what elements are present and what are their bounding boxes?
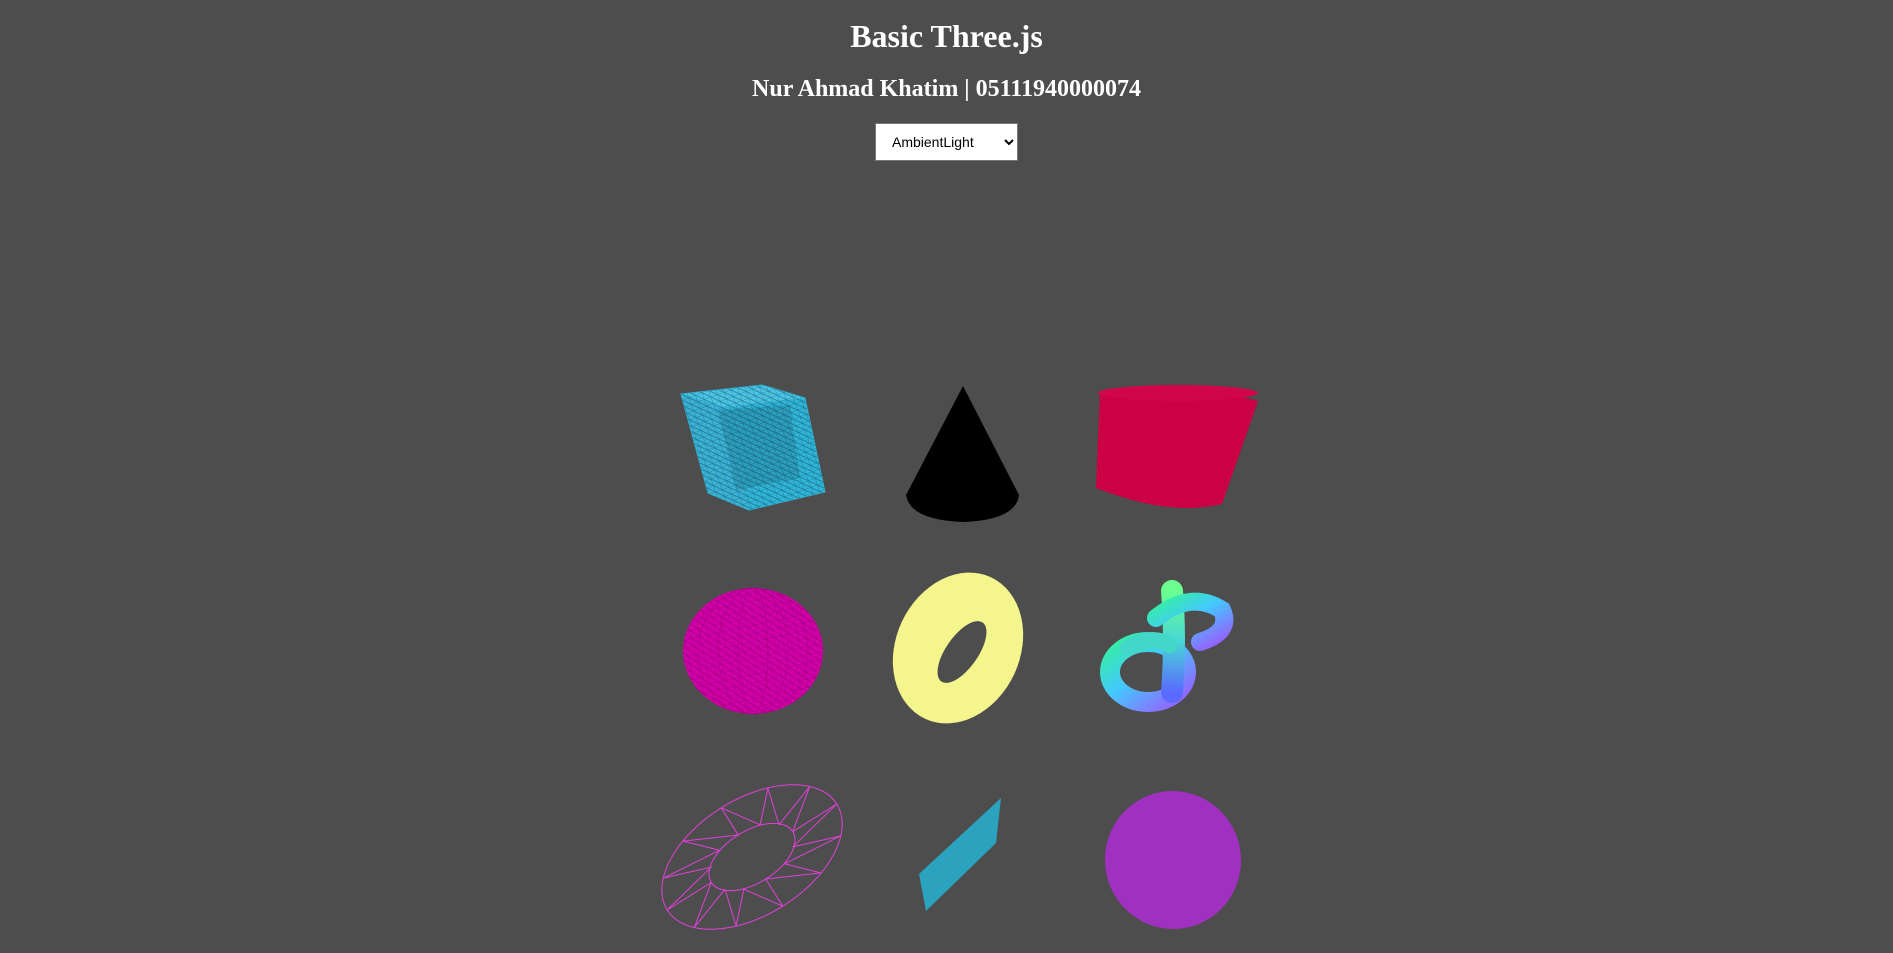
torus-knot-mesh	[1100, 580, 1234, 712]
wireframe-sphere-mesh	[683, 587, 823, 715]
wireframe-box-mesh	[680, 384, 826, 511]
circle-mesh	[1104, 791, 1242, 929]
plane-mesh	[919, 798, 1001, 911]
page: Basic Three.js Nur Ahmad Khatim | 051119…	[0, 0, 1893, 953]
torus-mesh	[892, 572, 1024, 724]
cone-mesh	[906, 386, 1019, 522]
wireframe-ring-mesh	[661, 784, 843, 930]
cylinder-mesh	[1096, 385, 1258, 509]
threejs-canvas[interactable]	[0, 0, 1893, 953]
